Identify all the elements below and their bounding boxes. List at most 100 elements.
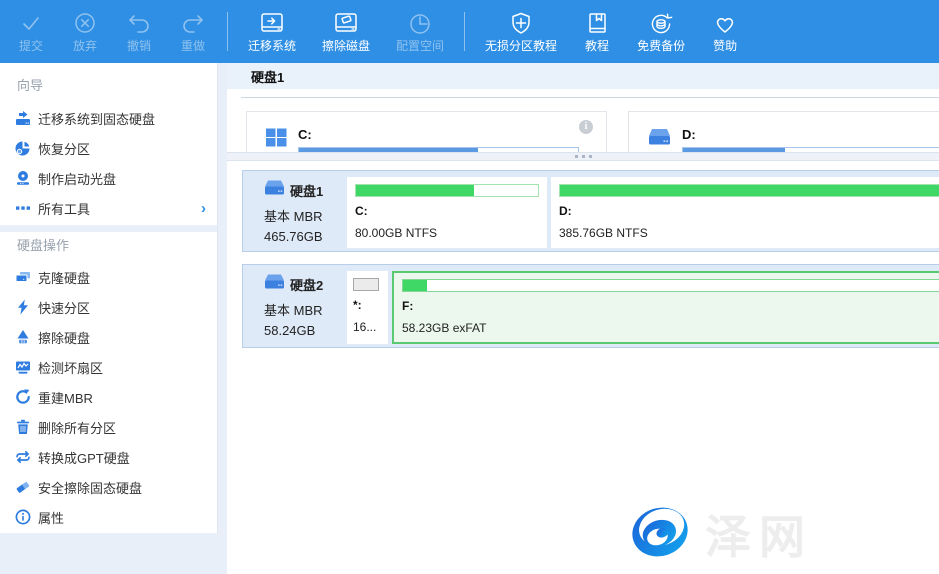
erase-disk-icon [331, 11, 361, 37]
toolbar-item-label: 放弃 [73, 39, 97, 53]
submit-button[interactable]: 提交 [4, 0, 58, 63]
main-panel: 硬盘1 C: i [227, 63, 939, 574]
toolbar-item-label: 撤销 [127, 39, 151, 53]
bad-sector-scan-icon [14, 359, 31, 376]
disk-type: 基本 MBR [264, 300, 347, 319]
sidebar-item-secure-erase-ssd[interactable]: 安全擦除固态硬盘 [0, 472, 217, 502]
disk2-info-block[interactable]: 硬盘2 基本 MBR 58.24GB [243, 271, 347, 344]
convert-arrows-icon [14, 449, 31, 466]
toolbar-item-label: 免费备份 [637, 39, 685, 53]
sidebar-item-label: 迁移系统到固态硬盘 [38, 109, 155, 128]
toolbar-item-label: 配置空间 [396, 39, 444, 53]
book-icon [583, 11, 611, 37]
sidebar-panel: 向导 迁移系统到固态硬盘 恢复分区 制作启动光盘 [0, 63, 218, 533]
check-icon [17, 11, 45, 37]
toolbar-item-label: 迁移系统 [248, 39, 296, 53]
toolbar-item-label: 擦除磁盘 [322, 39, 370, 53]
partition-label: C: [355, 204, 539, 218]
tab-disk1[interactable]: 硬盘1 [251, 67, 284, 86]
usage-bar [559, 184, 939, 197]
sidebar-section-title-wizard: 向导 [0, 63, 217, 103]
lossless-partition-tutorial-button[interactable]: 无损分区教程 [472, 0, 570, 63]
donate-button[interactable]: 赞助 [698, 0, 752, 63]
toolbar: 提交 放弃 撤销 重做 迁移系统 擦除磁盘 配置空间 无损分区教程 教程 免费备… [0, 0, 939, 63]
tutorial-button[interactable]: 教程 [570, 0, 624, 63]
disk1-info-block[interactable]: 硬盘1 基本 MBR 465.76GB [243, 177, 347, 248]
database-refresh-icon [646, 11, 676, 37]
free-backup-button[interactable]: 免费备份 [624, 0, 698, 63]
sidebar-item-label: 所有工具 [38, 199, 90, 218]
watermark-text: 泽网 [705, 501, 813, 567]
chevron-right-icon: › [201, 201, 206, 216]
sidebar-item-convert-to-gpt[interactable]: 转换成GPT硬盘 [0, 442, 217, 472]
hard-drive-icon [264, 180, 285, 201]
sidebar-item-delete-all-partitions[interactable]: 删除所有分区 [0, 412, 217, 442]
redo-icon [179, 11, 207, 37]
hard-drive-icon [264, 274, 285, 295]
shield-plus-icon [507, 11, 535, 37]
migrate-disk-icon [257, 11, 287, 37]
volume-label: C: [298, 128, 579, 142]
undo-button[interactable]: 撤销 [112, 0, 166, 63]
migrate-system-button[interactable]: 迁移系统 [235, 0, 309, 63]
allocate-space-button[interactable]: 配置空间 [383, 0, 457, 63]
redo-button[interactable]: 重做 [166, 0, 220, 63]
usage-bar-fill [356, 185, 474, 196]
trash-icon [14, 419, 31, 436]
sidebar-item-make-bootable-media[interactable]: 制作启动光盘 [0, 163, 217, 193]
partition-label: F: [402, 299, 939, 313]
windows-logo-icon [266, 128, 287, 152]
overview-volume-c[interactable]: C: i [246, 111, 607, 152]
horizontal-rule [241, 89, 939, 98]
toolbar-item-label: 教程 [585, 39, 609, 53]
watermark-logo-icon [625, 503, 695, 566]
disk-arrow-icon [14, 110, 31, 127]
toolbar-item-label: 重做 [181, 39, 205, 53]
partition-size-fs: 16... [353, 320, 382, 334]
splitter-handle[interactable] [227, 152, 939, 161]
toolbar-item-label: 赞助 [713, 39, 737, 53]
sidebar-item-check-bad-sectors[interactable]: 检测坏扇区 [0, 352, 217, 382]
disk-size: 58.24GB [264, 323, 347, 338]
partition-label: *: [353, 298, 382, 312]
sidebar: 向导 迁移系统到固态硬盘 恢复分区 制作启动光盘 [0, 63, 227, 574]
sidebar-item-label: 恢复分区 [38, 139, 90, 158]
info-circle-icon [14, 509, 31, 526]
sidebar-item-quick-partition[interactable]: 快速分区 [0, 292, 217, 322]
sidebar-item-all-tools[interactable]: 所有工具 › [0, 193, 217, 223]
sidebar-item-migrate-os-to-ssd[interactable]: 迁移系统到固态硬盘 [0, 103, 217, 133]
disk-name: 硬盘1 [290, 181, 323, 200]
overview-volume-d[interactable]: D: [628, 111, 939, 152]
partition-f-selected[interactable]: F: 58.23GB exFAT [392, 271, 939, 344]
wipe-disk-button[interactable]: 擦除磁盘 [309, 0, 383, 63]
undo-icon [125, 11, 153, 37]
lightning-icon [14, 299, 31, 316]
boot-disc-icon [14, 170, 31, 187]
sidebar-item-clone-disk[interactable]: 克隆硬盘 [0, 262, 217, 292]
sidebar-item-label: 擦除硬盘 [38, 328, 90, 347]
partition-d[interactable]: D: 385.76GB NTFS [551, 177, 939, 248]
partition-size-fs: 80.00GB NTFS [355, 226, 539, 240]
toolbar-item-label: 无损分区教程 [485, 39, 557, 53]
sidebar-item-label: 转换成GPT硬盘 [38, 448, 130, 467]
info-icon[interactable]: i [579, 120, 593, 134]
sidebar-item-label: 检测坏扇区 [38, 358, 103, 377]
usage-bar-fill [403, 280, 427, 291]
sidebar-item-wipe-disk[interactable]: 擦除硬盘 [0, 322, 217, 352]
sidebar-item-label: 快速分区 [38, 298, 90, 317]
sidebar-item-properties[interactable]: 属性 [0, 502, 217, 532]
volume-overview-strip: C: i D: [227, 98, 939, 152]
sidebar-section-divider [0, 225, 217, 232]
partition-unallocated[interactable]: *: 16... [347, 271, 388, 344]
ellipsis-icon [14, 200, 31, 217]
usage-bar [355, 184, 539, 197]
sidebar-item-rebuild-mbr[interactable]: 重建MBR [0, 382, 217, 412]
discard-button[interactable]: 放弃 [58, 0, 112, 63]
broom-icon [14, 329, 31, 346]
disk-type: 基本 MBR [264, 206, 347, 225]
sidebar-item-recover-partition[interactable]: 恢复分区 [0, 133, 217, 163]
rebuild-refresh-icon [14, 389, 31, 406]
partition-c[interactable]: C: 80.00GB NTFS [347, 177, 547, 248]
disk-row-1: 硬盘1 基本 MBR 465.76GB C: 80.00GB NTFS [242, 170, 939, 252]
toolbar-separator [464, 12, 465, 51]
